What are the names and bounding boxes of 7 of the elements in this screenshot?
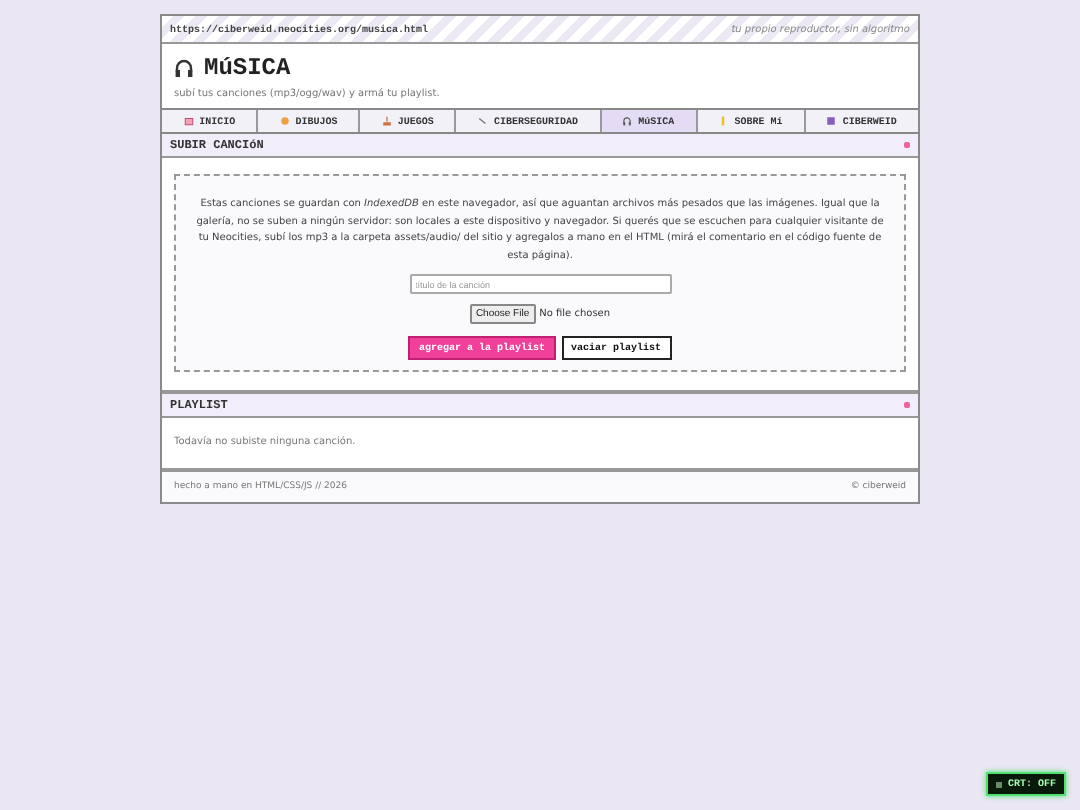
dot-icon — [279, 116, 290, 126]
square-icon — [995, 781, 1002, 787]
bar-icon — [718, 116, 729, 126]
headphones-icon — [174, 58, 194, 78]
headphones-icon — [622, 116, 633, 126]
square-icon — [826, 116, 837, 126]
page-title: MúSICA — [204, 54, 291, 82]
